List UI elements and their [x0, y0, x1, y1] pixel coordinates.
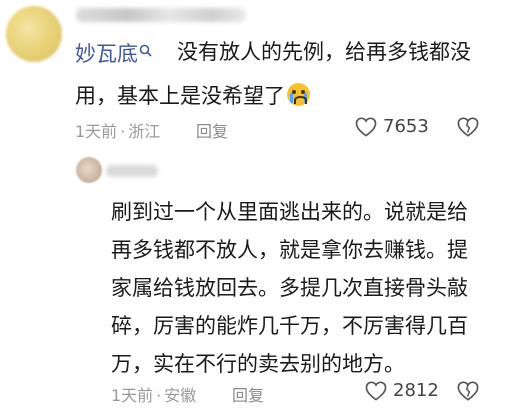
- reply-text-line: 家属给钱放回去。多提几次直接骨头敲: [111, 276, 468, 300]
- heart-icon: [365, 381, 387, 401]
- like-count: 2812: [393, 380, 439, 401]
- mention-link[interactable]: 妙瓦底: [75, 38, 152, 68]
- reply-text-line: 万，实在不行的卖去别的地方。: [111, 352, 405, 376]
- timestamp: 1天前: [75, 122, 118, 141]
- crying-face-icon: [287, 83, 310, 106]
- comment-text-line: 没有放人的先例，给再多钱都没: [177, 40, 471, 64]
- like-count: 7653: [383, 116, 429, 137]
- broken-heart-icon[interactable]: [457, 380, 479, 402]
- comment-meta: 1天前 · 浙江: [75, 122, 161, 141]
- comment-text: 用，基本上是没希望了: [75, 84, 285, 108]
- search-icon: [139, 38, 152, 66]
- avatar[interactable]: [6, 6, 62, 62]
- reply-avatar[interactable]: [76, 157, 102, 183]
- mention-text[interactable]: 妙瓦底: [75, 42, 138, 66]
- like-button[interactable]: 2812: [365, 380, 439, 401]
- reply-button[interactable]: 回复: [232, 382, 264, 406]
- reply-button[interactable]: 回复: [196, 118, 228, 142]
- reply-username-blurred: [106, 165, 158, 177]
- like-button[interactable]: 7653: [355, 116, 429, 137]
- reply-text-line: 刷到过一个从里面逃出来的。说就是给: [111, 200, 468, 224]
- location: 浙江: [128, 122, 161, 141]
- reply-text-line: 碎，厉害的能炸几千万，不厉害得几百: [111, 314, 468, 338]
- location: 安徽: [164, 386, 197, 405]
- reply-meta: 1天前 · 安徽: [111, 386, 197, 405]
- username-blurred: [76, 8, 246, 22]
- comment-text-line: 用，基本上是没希望了: [75, 82, 310, 110]
- broken-heart-icon[interactable]: [457, 116, 479, 138]
- timestamp: 1天前: [111, 386, 154, 405]
- reply-text: 刷到过一个从里面逃出来的。说就是给 再多钱都不放人，就是拿你去赚钱。提 家属给钱…: [111, 193, 468, 383]
- heart-icon: [355, 117, 377, 137]
- reply-text-line: 再多钱都不放人，就是拿你去赚钱。提: [111, 238, 468, 262]
- comment-thread: 妙瓦底 没有放人的先例，给再多钱都没 用，基本上是没希望了 1天前 · 浙江 回复 …: [0, 0, 532, 413]
